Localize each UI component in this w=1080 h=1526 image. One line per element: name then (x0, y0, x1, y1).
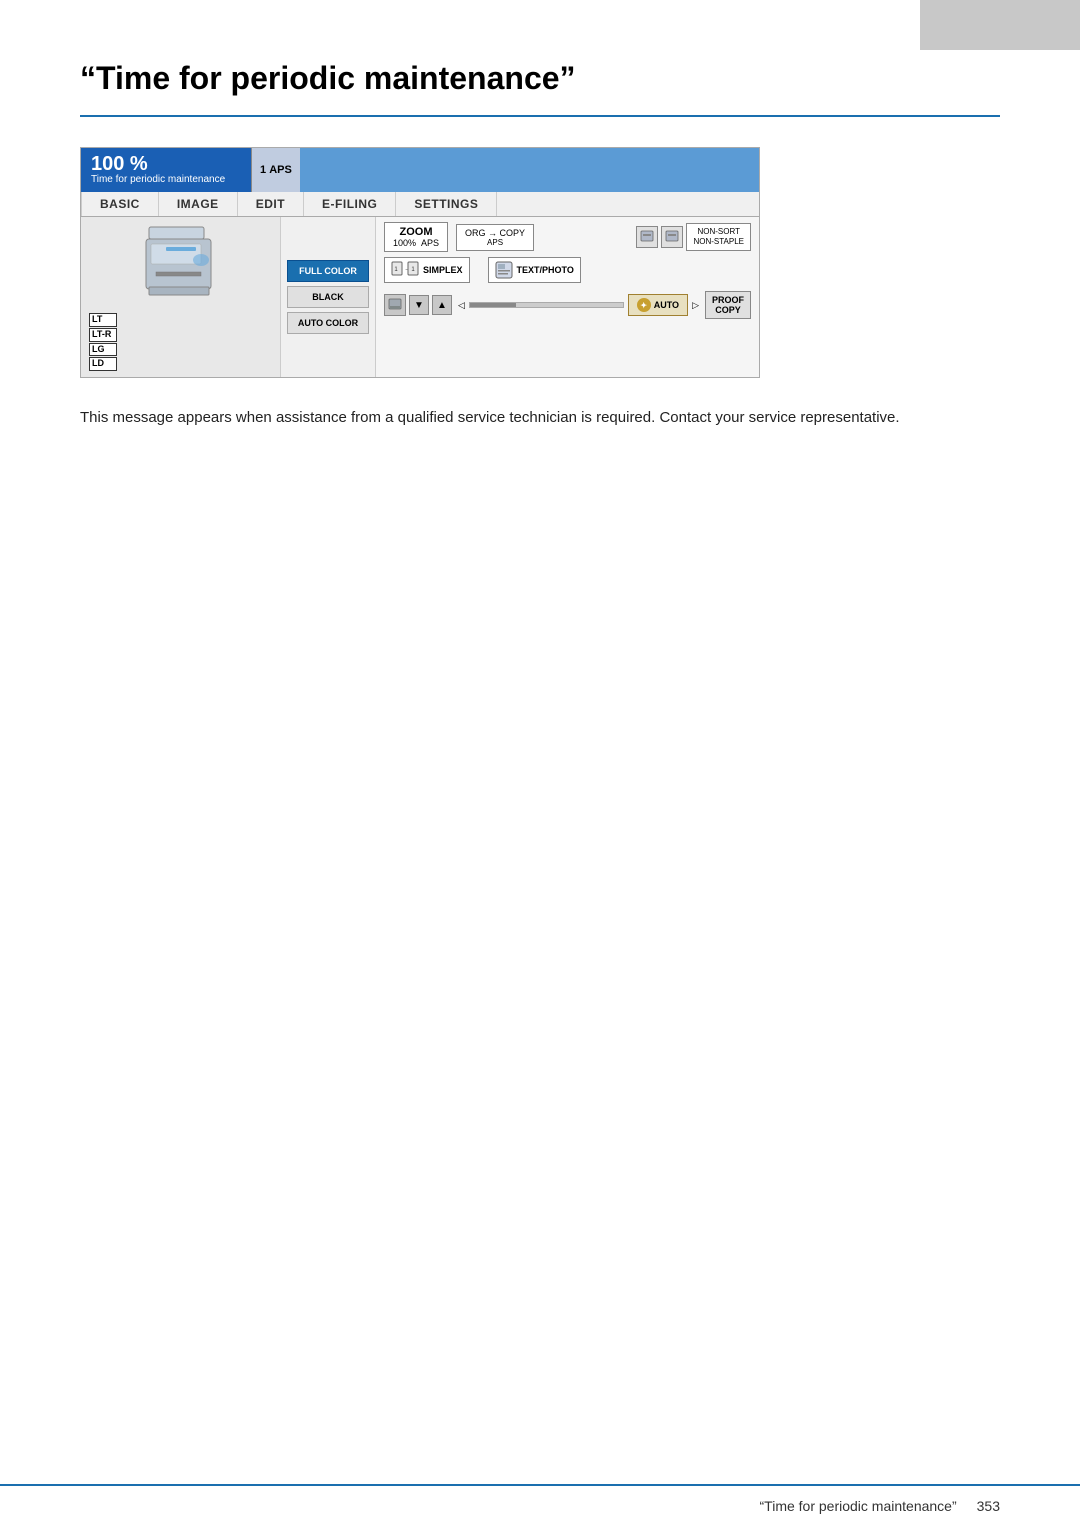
description-text: This message appears when assistance fro… (80, 406, 900, 430)
auto-label: AUTO (654, 300, 679, 310)
full-color-button[interactable]: FULL COLOR (287, 260, 369, 282)
org-copy-label: ORG → COPY (465, 228, 525, 238)
proof-copy-button[interactable]: PROOFCOPY (705, 291, 751, 319)
auto-color-button[interactable]: AUTO COLOR (287, 312, 369, 334)
footer-page: 353 (977, 1498, 1000, 1514)
tab-bar: Basic Image Edit E-Filing Settings (81, 192, 759, 217)
aps-label: APS (269, 164, 292, 176)
zoom-percent: 100% APS (393, 238, 439, 248)
progress-area: ◁ ✦ AUTO ▷ (458, 294, 699, 316)
footer-text: “Time for periodic maintenance” (760, 1498, 957, 1514)
tab-edit[interactable]: Edit (238, 192, 304, 216)
tray-ld: LD (89, 357, 117, 371)
tray-lg: LG (89, 343, 117, 357)
finisher-icon-2 (661, 226, 683, 248)
status-bar: 100 % Time for periodic maintenance 1 AP… (81, 148, 759, 192)
status-right-blue (300, 148, 759, 192)
page-content: “Time for periodic maintenance” 100 % Ti… (0, 0, 1080, 540)
tray-lt-r: LT-R (89, 328, 117, 342)
aps-number: 1 (260, 164, 266, 176)
title-rule (80, 115, 1000, 117)
color-buttons: FULL COLOR BLACK AUTO COLOR (281, 217, 376, 377)
status-percent: 100 % (91, 154, 241, 174)
progress-fill (470, 303, 516, 307)
simplex-box: 1 → 1 SIMPLEX (384, 257, 470, 283)
org-copy-sub: APS (465, 238, 525, 247)
text-photo-box: TEXT/PHOTO (488, 257, 581, 283)
ui-screenshot: 100 % Time for periodic maintenance 1 AP… (80, 147, 760, 378)
printer-svg (141, 222, 221, 317)
finisher-icons (636, 226, 683, 248)
page-title: “Time for periodic maintenance” (80, 60, 1000, 97)
tray-up-btn[interactable]: ▲ (432, 295, 452, 315)
auto-icon: ✦ (637, 298, 651, 312)
status-message: Time for periodic maintenance (91, 174, 241, 186)
simplex-icon: 1 → 1 (391, 261, 419, 279)
settings-row-2: 1 → 1 SIMPLEX (384, 257, 751, 283)
progress-start: ◁ (458, 300, 465, 311)
black-button[interactable]: BLACK (287, 286, 369, 308)
printer-image (141, 222, 221, 312)
tab-image[interactable]: Image (159, 192, 238, 216)
printer-section: LT LT-R LG LD (81, 217, 281, 377)
tab-efiling[interactable]: E-Filing (304, 192, 396, 216)
tab-settings[interactable]: Settings (396, 192, 497, 216)
settings-row-1: ZOOM 100% APS ORG → COPY APS (384, 222, 751, 252)
bottom-row: ▼ ▲ ◁ ✦ AUTO ▷ PROOFCOPY (384, 291, 751, 319)
tray-lt: LT (89, 313, 117, 327)
progress-end: ▷ (692, 300, 699, 311)
tray-icon (384, 294, 406, 316)
text-photo-label: TEXT/PHOTO (517, 265, 574, 275)
tab-basic[interactable]: Basic (81, 192, 159, 216)
status-left: 100 % Time for periodic maintenance (81, 148, 251, 192)
zoom-label: ZOOM (393, 226, 439, 238)
page-footer: “Time for periodic maintenance” 353 (0, 1484, 1080, 1526)
settings-area: ZOOM 100% APS ORG → COPY APS (376, 217, 759, 377)
tray-controls: ▼ ▲ (384, 294, 452, 316)
tray-labels: LT LT-R LG LD (89, 313, 117, 372)
non-sort-box: NON-SORTNON-STAPLE (686, 223, 751, 252)
main-panel: LT LT-R LG LD FULL COLOR BLACK AUTO COLO… (81, 217, 759, 377)
auto-button[interactable]: ✦ AUTO (628, 294, 688, 316)
zoom-box: ZOOM 100% APS (384, 222, 448, 252)
text-photo-icon (495, 261, 513, 279)
org-copy-box: ORG → COPY APS (456, 224, 534, 251)
simplex-label: SIMPLEX (423, 265, 463, 275)
status-aps: 1 APS (251, 148, 300, 192)
top-right-decorative-box (920, 0, 1080, 50)
tray-down-btn[interactable]: ▼ (409, 295, 429, 315)
finisher-icon-1 (636, 226, 658, 248)
progress-bar (469, 302, 624, 308)
